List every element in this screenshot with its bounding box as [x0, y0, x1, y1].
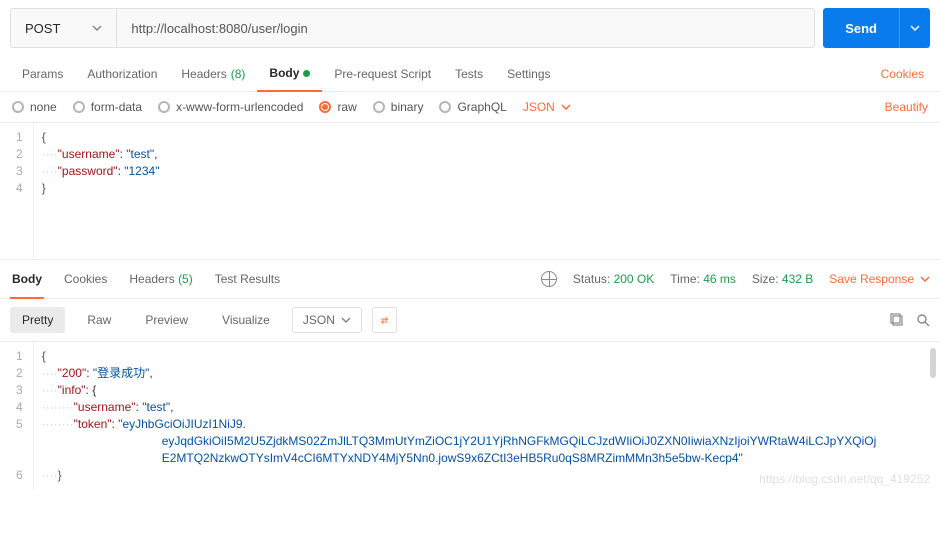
- tab-tests[interactable]: Tests: [443, 57, 495, 91]
- chevron-down-icon: [561, 104, 571, 110]
- size-value: 432 B: [782, 272, 813, 286]
- raw-format-select[interactable]: JSON: [523, 100, 571, 114]
- url-input[interactable]: [117, 9, 814, 47]
- beautify-link[interactable]: Beautify: [885, 100, 928, 114]
- resp-tab-body[interactable]: Body: [10, 266, 44, 299]
- radio-icon: [12, 101, 24, 113]
- line-gutter: 1234: [0, 123, 34, 259]
- body-indicator-dot: [303, 70, 310, 77]
- response-body-editor[interactable]: 12345 6 { ····"200": "登录成功", ····"info":…: [0, 342, 940, 490]
- body-type-form-data[interactable]: form-data: [73, 100, 142, 114]
- send-button[interactable]: Send: [823, 8, 899, 48]
- copy-icon[interactable]: [890, 313, 904, 327]
- response-code-area[interactable]: { ····"200": "登录成功", ····"info": { ·····…: [34, 342, 940, 490]
- code-area[interactable]: { ····"username": "test", ····"password"…: [34, 123, 940, 259]
- response-format-select[interactable]: JSON: [292, 307, 362, 333]
- resp-tab-headers[interactable]: Headers (5): [127, 266, 194, 292]
- response-header: Body Cookies Headers (5) Test Results St…: [0, 259, 940, 299]
- radio-icon: [319, 101, 331, 113]
- request-bar: POST Send: [0, 0, 940, 56]
- chevron-down-icon: [920, 276, 930, 282]
- line-wrap-button[interactable]: ⇄: [372, 307, 397, 333]
- radio-icon: [439, 101, 451, 113]
- view-visualize[interactable]: Visualize: [210, 307, 282, 333]
- body-type-raw[interactable]: raw: [319, 100, 356, 114]
- tab-body[interactable]: Body: [257, 56, 322, 92]
- search-icon[interactable]: [916, 313, 930, 327]
- body-type-graphql[interactable]: GraphQL: [439, 100, 506, 114]
- request-tabs: Params Authorization Headers (8) Body Pr…: [0, 56, 940, 92]
- radio-icon: [373, 101, 385, 113]
- tab-headers[interactable]: Headers (8): [169, 57, 257, 91]
- method-url-group: POST: [10, 8, 815, 48]
- watermark: https://blog.csdn.net/qq_419252: [759, 472, 930, 486]
- view-pretty[interactable]: Pretty: [10, 307, 65, 333]
- send-options-button[interactable]: [899, 8, 930, 48]
- response-tabs: Body Cookies Headers (5) Test Results: [10, 266, 282, 292]
- radio-icon: [73, 101, 85, 113]
- response-actions: [890, 313, 930, 327]
- headers-count: (8): [231, 67, 246, 81]
- radio-icon: [158, 101, 170, 113]
- scrollbar-thumb[interactable]: [930, 348, 936, 378]
- tab-authorization[interactable]: Authorization: [75, 57, 169, 91]
- tab-headers-label: Headers: [181, 67, 226, 81]
- request-body-editor[interactable]: 1234 { ····"username": "test", ····"pass…: [0, 123, 940, 259]
- globe-icon[interactable]: [541, 271, 557, 287]
- body-type-options: none form-data x-www-form-urlencoded raw…: [0, 92, 940, 123]
- tab-pre-request[interactable]: Pre-request Script: [322, 57, 443, 91]
- save-response-button[interactable]: Save Response: [829, 272, 930, 286]
- raw-format-value: JSON: [523, 100, 555, 114]
- chevron-down-icon: [341, 317, 351, 323]
- tab-params[interactable]: Params: [10, 57, 75, 91]
- body-type-urlencoded[interactable]: x-www-form-urlencoded: [158, 100, 303, 114]
- view-raw[interactable]: Raw: [75, 307, 123, 333]
- tab-body-label: Body: [269, 66, 299, 80]
- body-type-none[interactable]: none: [12, 100, 57, 114]
- tab-settings[interactable]: Settings: [495, 57, 562, 91]
- chevron-down-icon: [92, 25, 102, 31]
- response-line-gutter: 12345 6: [0, 342, 34, 490]
- http-method-value: POST: [25, 21, 60, 36]
- resp-tab-test-results[interactable]: Test Results: [213, 266, 282, 292]
- response-meta: Status: 200 OK Time: 46 ms Size: 432 B S…: [541, 271, 930, 287]
- cookies-link[interactable]: Cookies: [875, 57, 930, 91]
- send-button-group: Send: [823, 8, 930, 48]
- view-preview[interactable]: Preview: [133, 307, 200, 333]
- time-value: 46 ms: [703, 272, 736, 286]
- body-type-binary[interactable]: binary: [373, 100, 424, 114]
- status-value: 200 OK: [614, 272, 655, 286]
- http-method-select[interactable]: POST: [11, 9, 117, 47]
- resp-tab-cookies[interactable]: Cookies: [62, 266, 109, 292]
- response-view-controls: Pretty Raw Preview Visualize JSON ⇄: [0, 299, 940, 342]
